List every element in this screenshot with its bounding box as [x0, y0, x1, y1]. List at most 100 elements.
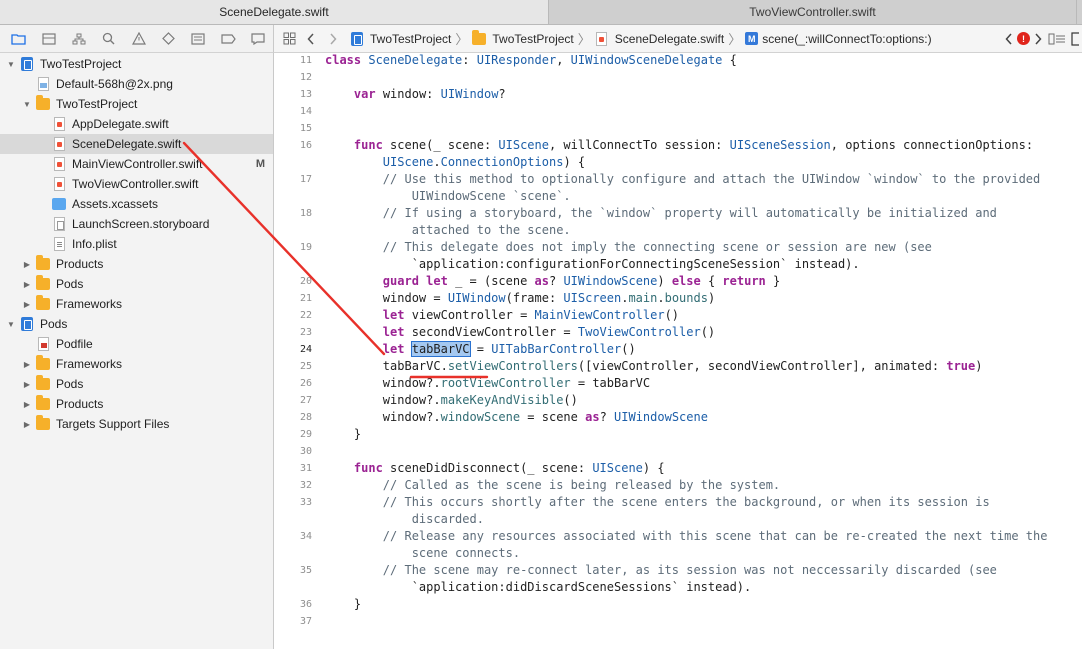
code-line[interactable]: 34 // Release any resources associated w… — [274, 528, 1082, 545]
breadcrumb-separator: 〉 — [728, 32, 742, 47]
navigator-item[interactable]: Info.plist — [0, 234, 273, 254]
code-line[interactable]: 29 } — [274, 426, 1082, 443]
code-text: class SceneDelegate: UIResponder, UIWind… — [325, 53, 737, 67]
code-line[interactable]: 22 let viewController = MainViewControll… — [274, 307, 1082, 324]
project-icon — [20, 57, 34, 71]
navigator-item[interactable]: ▼ Pods — [0, 314, 273, 334]
navigator-item[interactable]: ▶ Targets Support Files — [0, 414, 273, 434]
disclosure-open-icon[interactable]: ▼ — [22, 100, 32, 109]
code-line[interactable]: 12 — [274, 69, 1082, 86]
code-line[interactable]: 14 — [274, 103, 1082, 120]
code-line[interactable]: 27 window?.makeKeyAndVisible() — [274, 392, 1082, 409]
navigator-item[interactable]: Assets.xcassets — [0, 194, 273, 214]
error-icon[interactable]: ! — [1017, 32, 1030, 45]
navigator-item[interactable]: ▼ TwoTestProject — [0, 54, 273, 74]
debug-icon[interactable] — [183, 25, 213, 53]
code-line[interactable]: 33 // This occurs shortly after the scen… — [274, 494, 1082, 511]
breakpoint-icon[interactable] — [213, 25, 243, 53]
navigator-item[interactable]: LaunchScreen.storyboard — [0, 214, 273, 234]
disclosure-closed-icon[interactable]: ▶ — [22, 260, 32, 269]
code-line[interactable]: UIScene.ConnectionOptions) { — [274, 154, 1082, 171]
code-line[interactable]: 17 // Use this method to optionally conf… — [274, 171, 1082, 188]
related-items-icon[interactable] — [278, 25, 300, 53]
code-line[interactable]: 21 window = UIWindow(frame: UIScreen.mai… — [274, 290, 1082, 307]
code-line[interactable]: 11 class SceneDelegate: UIResponder, UIWi… — [274, 53, 1082, 69]
navigator-item[interactable]: TwoViewController.swift — [0, 174, 273, 194]
source-control-icon[interactable] — [34, 25, 64, 53]
disclosure-closed-icon[interactable]: ▶ — [22, 420, 32, 429]
test-icon[interactable] — [153, 25, 183, 53]
code-line[interactable]: UIWindowScene `scene`. — [274, 188, 1082, 205]
disclosure-closed-icon[interactable]: ▶ — [22, 300, 32, 309]
code-line[interactable]: 15 — [274, 120, 1082, 137]
line-number: 23 — [299, 327, 312, 338]
code-line[interactable]: 19 // This delegate does not imply the c… — [274, 239, 1082, 256]
code-line[interactable]: 37 — [274, 613, 1082, 630]
code-line[interactable]: 32 // Called as the scene is being relea… — [274, 477, 1082, 494]
breadcrumb-file[interactable]: SceneDelegate.swift — [615, 32, 724, 46]
navigator-item[interactable]: AppDelegate.swift — [0, 114, 273, 134]
code-line[interactable]: 28 window?.windowScene = scene as? UIWin… — [274, 409, 1082, 426]
navigator-item[interactable]: ▶ Pods — [0, 274, 273, 294]
navigator-item[interactable]: Default-568h@2x.png — [0, 74, 273, 94]
warning-icon[interactable] — [124, 25, 154, 53]
breadcrumb-group[interactable]: TwoTestProject — [492, 32, 573, 46]
navigator-item[interactable]: ▼ TwoTestProject — [0, 94, 273, 114]
code-line[interactable]: 35 // The scene may re-connect later, as… — [274, 562, 1082, 579]
navigator-item-label: Assets.xcassets — [72, 197, 159, 211]
code-line[interactable]: attached to the scene. — [274, 222, 1082, 239]
code-line[interactable]: 20 guard let _ = (scene as? UIWindowScen… — [274, 273, 1082, 290]
code-editor[interactable]: 11 class SceneDelegate: UIResponder, UIWi… — [274, 53, 1082, 649]
disclosure-open-icon[interactable]: ▼ — [6, 60, 16, 69]
code-line[interactable]: `application:didDiscardSceneSessions` in… — [274, 579, 1082, 596]
code-line[interactable]: `application:configurationForConnectingS… — [274, 256, 1082, 273]
disclosure-closed-icon[interactable]: ▶ — [22, 360, 32, 369]
line-number: 35 — [299, 565, 312, 576]
tab-scenedelegate[interactable]: SceneDelegate.swift — [0, 0, 549, 24]
tab-bar-end — [1076, 0, 1082, 24]
forward-chevron-icon[interactable] — [322, 25, 344, 53]
disclosure-open-icon[interactable]: ▼ — [6, 320, 16, 329]
folder-icon[interactable] — [4, 25, 34, 53]
navigator-item[interactable]: ▶ Products — [0, 254, 273, 274]
previous-issue-icon[interactable] — [1001, 25, 1017, 53]
code-line[interactable]: 30 — [274, 443, 1082, 460]
navigator-item[interactable]: SceneDelegate.swift — [0, 134, 273, 154]
navigator-item[interactable]: Podfile — [0, 334, 273, 354]
add-editor-icon[interactable] — [1068, 25, 1082, 53]
code-line[interactable]: 25 tabBarVC.setViewControllers([viewCont… — [274, 358, 1082, 375]
code-line[interactable]: 36 } — [274, 596, 1082, 613]
code-line[interactable]: 18 // If using a storyboard, the `window… — [274, 205, 1082, 222]
code-line[interactable]: scene connects. — [274, 545, 1082, 562]
breadcrumb-symbol[interactable]: scene(_:willConnectTo:options:) — [762, 32, 931, 46]
code-line[interactable]: 16 func scene(_ scene: UIScene, willConn… — [274, 137, 1082, 154]
code-line[interactable]: 13 var window: UIWindow? — [274, 86, 1082, 103]
code-line[interactable]: 24 let tabBarVC = UITabBarController() — [274, 341, 1082, 358]
back-chevron-icon[interactable] — [300, 25, 322, 53]
hierarchy-icon[interactable] — [64, 25, 94, 53]
code-line[interactable]: 23 let secondViewController = TwoViewCon… — [274, 324, 1082, 341]
navigator-item[interactable]: ▶ Products — [0, 394, 273, 414]
breadcrumb-project[interactable]: TwoTestProject — [370, 32, 451, 46]
navigator-item-label: Pods — [56, 377, 84, 391]
search-icon[interactable] — [94, 25, 124, 53]
selected-identifier[interactable]: tabBarVC — [410, 341, 471, 357]
navigator-item[interactable]: ▶ Frameworks — [0, 354, 273, 374]
next-issue-icon[interactable] — [1030, 25, 1046, 53]
code-line[interactable]: 26 window?.rootViewController = tabBarVC — [274, 375, 1082, 392]
disclosure-closed-icon[interactable]: ▶ — [22, 400, 32, 409]
report-icon[interactable] — [243, 25, 273, 53]
disclosure-closed-icon[interactable]: ▶ — [22, 380, 32, 389]
editor-options-icon[interactable] — [1046, 25, 1068, 53]
code-line[interactable]: 31 func sceneDidDisconnect(_ scene: UISc… — [274, 460, 1082, 477]
navigator-item[interactable]: ▶ Pods — [0, 374, 273, 394]
code-line[interactable]: discarded. — [274, 511, 1082, 528]
disclosure-closed-icon[interactable]: ▶ — [22, 280, 32, 289]
navigator-item[interactable]: ▶ Frameworks — [0, 294, 273, 314]
line-number: 25 — [299, 361, 312, 372]
navigator-item[interactable]: MainViewController.swift M — [0, 154, 273, 174]
navigator-item-label: Info.plist — [72, 237, 117, 251]
code-text: tabBarVC.setViewControllers([viewControl… — [325, 359, 983, 373]
code-text: `application:didDiscardSceneSessions` in… — [325, 580, 752, 594]
tab-twoviewcontroller[interactable]: TwoViewController.swift — [549, 0, 1076, 24]
